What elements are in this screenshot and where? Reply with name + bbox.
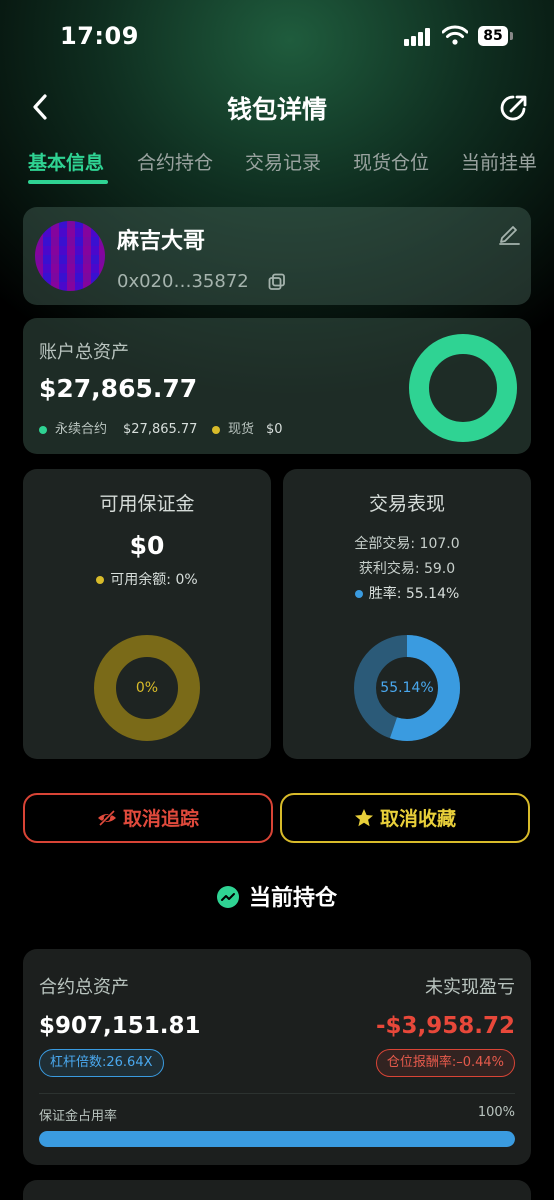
total-assets-label: 账户总资产 — [39, 342, 129, 363]
win-rate-donut-label: 55.14% — [380, 680, 434, 696]
page-title: 钱包详情 — [226, 95, 327, 124]
status-time: 17:09 — [60, 22, 139, 50]
tab-spot-positions[interactable]: 现货仓位 — [353, 148, 429, 175]
winning-trades: 获利交易: 59.0 — [358, 561, 456, 577]
star-icon — [354, 808, 373, 826]
eye-off-icon — [97, 809, 116, 826]
trade-performance-card: 交易表现 全部交易: 107.0 获利交易: 59.0 胜率: 55.14% 5… — [283, 469, 531, 759]
margin-usage-percent: 100% — [477, 1105, 515, 1120]
wallet-address: 0x020…35872 — [117, 271, 249, 292]
available-balance: 可用余额: 0% — [23, 569, 271, 589]
signal-icon — [404, 28, 434, 46]
margin-donut-label: 0% — [135, 680, 159, 696]
unfavorite-button[interactable]: 取消收藏 — [280, 793, 530, 843]
legend-perpetual: 永续合约 $27,865.77 — [39, 418, 197, 437]
available-margin-title: 可用保证金 — [99, 493, 195, 515]
copy-icon[interactable] — [268, 273, 286, 291]
margin-usage-bar-fill — [39, 1131, 515, 1147]
win-rate: 胜率: 55.14% — [283, 583, 531, 603]
position-roi-badge: 仓位报酬率:–0.44% — [375, 1049, 515, 1077]
next-card — [23, 1180, 531, 1200]
divider — [39, 1093, 515, 1094]
legend-dot-spot — [212, 425, 220, 434]
trend-icon — [216, 886, 239, 908]
legend-spot: 现货 $0 — [212, 418, 283, 437]
untrack-button[interactable]: 取消追踪 — [23, 793, 273, 843]
battery-tip — [510, 32, 513, 40]
tab-open-orders[interactable]: 当前挂单 — [461, 148, 537, 175]
contract-total-assets-value: $907,151.81 — [39, 1013, 201, 1039]
contract-total-assets-label: 合约总资产 — [39, 977, 129, 998]
unrealized-pnl-value: -$3,958.72 — [375, 1013, 515, 1039]
leverage-badge: 杠杆倍数:26.64X — [39, 1049, 164, 1077]
profile-name: 麻吉大哥 — [117, 229, 206, 254]
assets-donut-perpetual-slice — [409, 334, 517, 442]
total-assets-value: $27,865.77 — [39, 374, 198, 403]
total-trades: 全部交易: 107.0 — [354, 536, 460, 552]
edit-icon[interactable] — [497, 221, 521, 245]
tab-contract-positions[interactable]: 合约持仓 — [137, 148, 213, 175]
available-margin-value: $0 — [129, 531, 165, 560]
margin-usage-bar — [39, 1131, 515, 1147]
win-rate-dot — [354, 590, 363, 598]
tab-trade-history[interactable]: 交易记录 — [245, 148, 321, 175]
total-assets-card: 账户总资产 $27,865.77 永续合约 $27,865.77 现货 $0 — [23, 318, 531, 454]
unrealized-pnl-label: 未实现盈亏 — [425, 977, 515, 998]
margin-usage-label: 保证金占用率 — [39, 1109, 118, 1124]
tab-active-indicator — [28, 180, 108, 184]
available-margin-card: 可用保证金 $0 可用余额: 0% 0% — [23, 469, 271, 759]
current-positions-heading: 当前持仓 — [0, 880, 554, 912]
contract-positions-card: 合约总资产 未实现盈亏 $907,151.81 -$3,958.72 杠杆倍数:… — [23, 949, 531, 1165]
assets-donut-chart — [409, 334, 517, 442]
avatar — [35, 221, 105, 291]
balance-dot — [96, 576, 105, 584]
wifi-icon — [441, 24, 469, 46]
legend-dot-perpetual — [39, 425, 47, 434]
trade-performance-title: 交易表现 — [368, 493, 445, 515]
battery-icon: 85 — [478, 26, 508, 46]
share-icon[interactable] — [498, 92, 530, 124]
tab-basic-info[interactable]: 基本信息 — [28, 148, 104, 175]
profile-card: 麻吉大哥 0x020…35872 — [23, 207, 531, 305]
